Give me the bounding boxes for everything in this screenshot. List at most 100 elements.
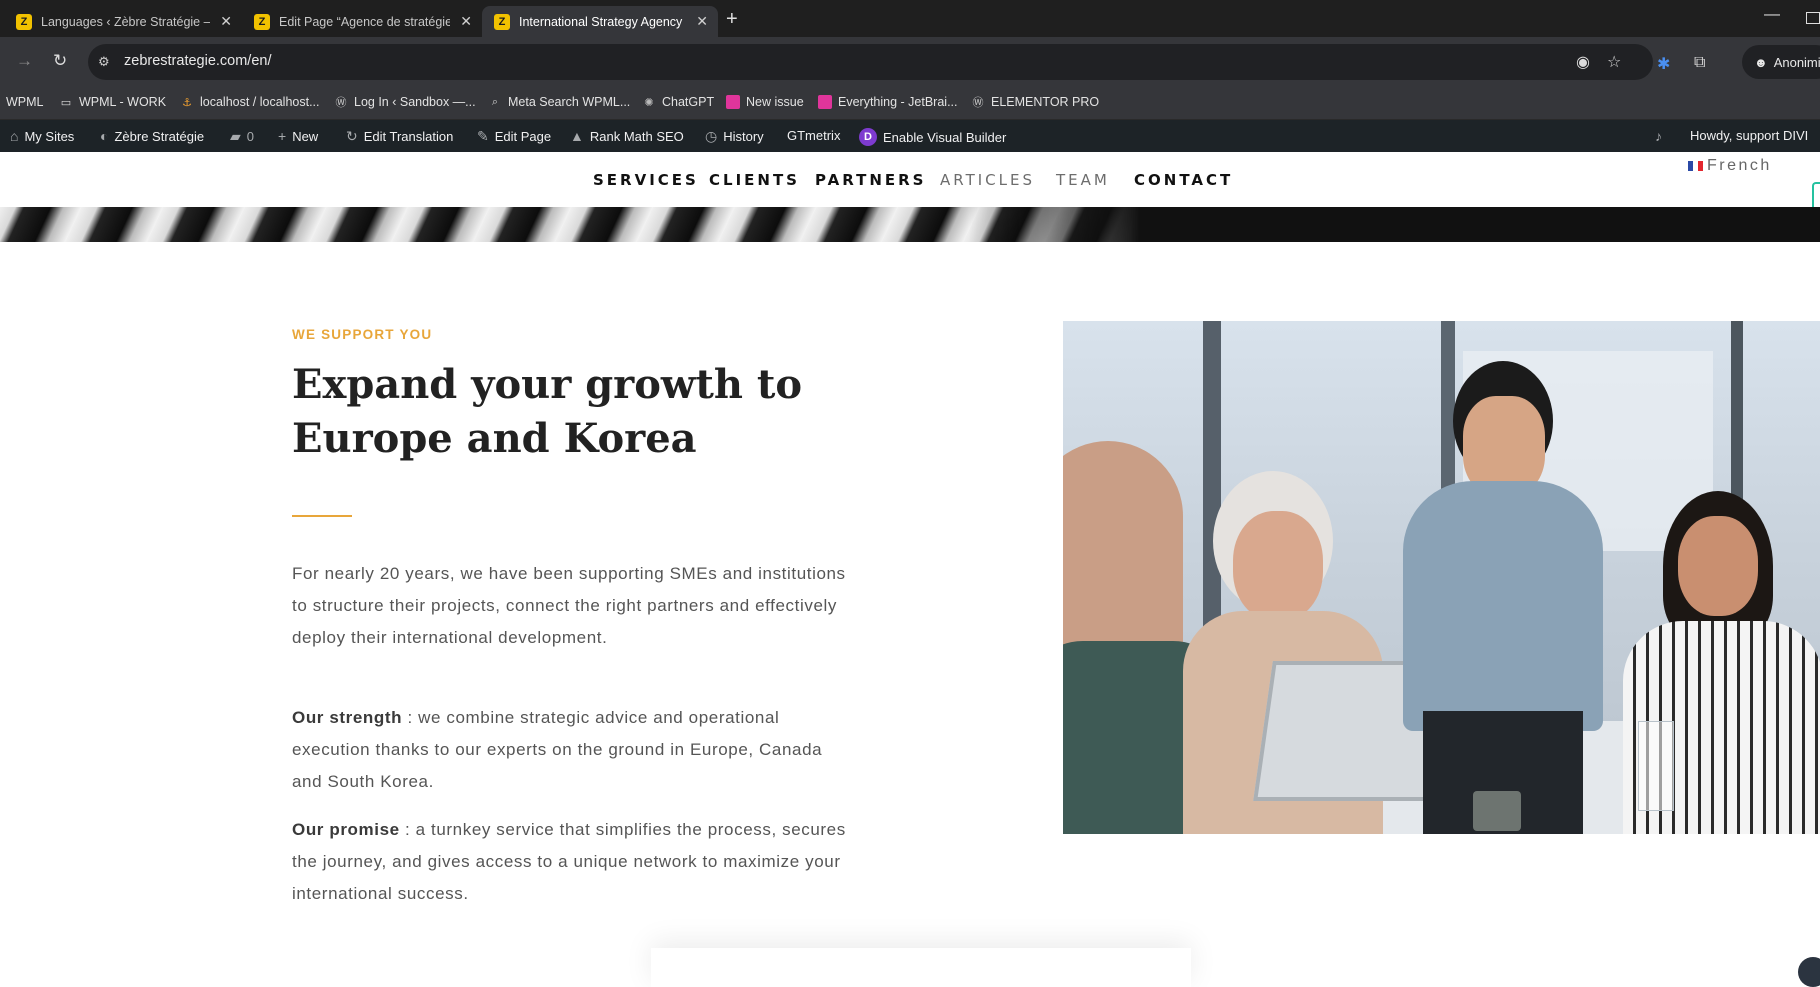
chat-launcher-button[interactable] [1798, 957, 1820, 987]
admin-label: History [723, 129, 764, 144]
admin-notifications[interactable]: ♪ [1655, 128, 1662, 144]
bookmark-chatgpt[interactable]: ✺ ChatGPT [642, 95, 714, 109]
comment-icon: ▰ [230, 128, 241, 144]
url-text[interactable]: zebrestrategie.com/en/ [124, 53, 272, 69]
bookmark-label: ELEMENTOR PRO [991, 95, 1100, 109]
zebre-favicon-icon: Z [494, 13, 510, 30]
browser-toolbar: → ↻ ⚙ zebrestrategie.com/en/ ◉ ☆ ✱ ⧉ ☻ A… [0, 37, 1820, 87]
bookmark-wpml-work[interactable]: ▭ WPML - WORK [59, 95, 166, 109]
tab-title: Edit Page “Agence de stratégie [279, 14, 451, 29]
zebre-favicon-icon: Z [16, 13, 32, 30]
incognito-icon: ☻ [1754, 54, 1768, 70]
tab-edit-page[interactable]: Z Edit Page “Agence de stratégie ✕ [242, 6, 482, 37]
promise-label: Our promise [292, 820, 400, 839]
admin-edit-page[interactable]: ✎ Edit Page [477, 128, 551, 145]
phpmyadmin-icon: ⚓ [182, 96, 192, 109]
bookmark-meta-search[interactable]: ⌕ Meta Search WPML... [488, 95, 630, 109]
forward-icon[interactable]: → [16, 51, 33, 71]
bookmark-label: ChatGPT [662, 95, 715, 109]
headline-line-1: Expand your growth to [292, 361, 802, 408]
admin-new[interactable]: + New [278, 128, 318, 144]
close-icon[interactable]: ✕ [460, 13, 472, 30]
tab-title: Languages ‹ Zèbre Stratégie — [41, 14, 211, 29]
meeting-photo [1063, 321, 1820, 834]
bookmark-label: New issue [746, 95, 804, 109]
admin-visual-builder[interactable]: D Enable Visual Builder [859, 128, 1006, 146]
promise-paragraph: Our promise : a turnkey service that sim… [292, 814, 852, 910]
site-navigation: SERVICES CLIENTS PARTNERS ARTICLES TEAM … [0, 152, 1820, 232]
bookmark-everything-jetbrains[interactable]: Everything - JetBrai... [818, 95, 958, 109]
extensions-puzzle-icon[interactable]: ⧉ [1694, 54, 1705, 72]
admin-label: Rank Math SEO [589, 128, 684, 144]
accent-divider [292, 515, 352, 517]
my-sites-icon: ⌂ [10, 128, 19, 144]
nav-contact[interactable]: CONTACT [1134, 171, 1233, 189]
admin-my-sites[interactable]: ⌂ My Sites [10, 128, 74, 144]
divi-icon: D [859, 128, 877, 146]
minimize-icon[interactable]: — [1764, 6, 1780, 24]
tab-languages[interactable]: Z Languages ‹ Zèbre Stratégie — ✕ [4, 6, 242, 37]
admin-label: Enable Visual Builder [883, 129, 1007, 145]
bookmark-sandbox-login[interactable]: Ⓦ Log In ‹ Sandbox —... [334, 95, 476, 109]
jetbrains-icon [818, 95, 832, 109]
eye-off-icon[interactable]: ◉ [1576, 52, 1590, 72]
close-icon[interactable]: ✕ [220, 13, 232, 30]
restore-icon[interactable] [1806, 12, 1820, 24]
admin-howdy[interactable]: Howdy, support DIVI [1690, 128, 1808, 143]
admin-label: Zèbre Stratégie [114, 128, 205, 144]
jetbrains-icon [726, 95, 740, 109]
close-icon[interactable]: ✕ [696, 13, 708, 30]
nav-articles[interactable]: ARTICLES [940, 171, 1035, 189]
admin-label: GTmetrix [787, 128, 841, 143]
dashboard-icon: ◐ [100, 128, 109, 144]
search-icon: ⌕ [491, 95, 499, 108]
admin-label: Edit Translation [363, 129, 454, 144]
plus-icon: + [278, 128, 287, 144]
nav-clients[interactable]: CLIENTS [709, 171, 800, 189]
bell-icon: ♪ [1655, 128, 1662, 144]
admin-label: Howdy, support DIVI [1690, 128, 1809, 143]
content-card [651, 948, 1191, 987]
bookmark-wpml[interactable]: WPML [6, 95, 44, 109]
new-tab-icon[interactable]: + [726, 8, 738, 30]
reload-icon[interactable]: ↻ [53, 51, 67, 71]
admin-site-name[interactable]: ◐ Zèbre Stratégie [100, 128, 204, 144]
folder-icon: ▭ [60, 96, 72, 109]
bookmark-label: Meta Search WPML... [508, 95, 631, 109]
bookmark-label: Log In ‹ Sandbox —... [354, 95, 476, 109]
hero-banner-image [0, 207, 1820, 242]
profile-button[interactable]: ☻ Anonimi [1742, 45, 1820, 79]
pencil-icon: ✎ [477, 128, 489, 144]
admin-label: New [292, 128, 319, 144]
history-icon: ◷ [705, 128, 718, 144]
profile-label: Anonimi [1773, 54, 1820, 70]
bookmark-new-issue[interactable]: New issue [726, 95, 804, 109]
translation-icon: ↻ [346, 128, 358, 144]
strength-paragraph: Our strength : we combine strategic advi… [292, 702, 852, 798]
language-label: French [1707, 157, 1772, 174]
nav-partners[interactable]: PARTNERS [815, 171, 927, 189]
nav-services[interactable]: SERVICES [593, 171, 699, 189]
admin-gtmetrix[interactable]: GTmetrix [787, 128, 840, 143]
zebre-favicon-icon: Z [254, 13, 270, 30]
extension-gear-icon[interactable]: ✱ [1657, 54, 1670, 74]
bookmark-label: Everything - JetBrai... [838, 95, 958, 109]
section-eyebrow: WE SUPPORT YOU [292, 327, 433, 342]
nav-team[interactable]: TEAM [1056, 171, 1110, 189]
address-bar[interactable]: ⚙ zebrestrategie.com/en/ ◉ ☆ [88, 44, 1653, 80]
admin-rank-math[interactable]: ▲ Rank Math SEO [570, 128, 684, 144]
admin-comments[interactable]: ▰ 0 [230, 128, 254, 145]
comments-count: 0 [246, 129, 255, 144]
bookmark-localhost[interactable]: ⚓ localhost / localhost... [180, 95, 319, 109]
site-info-icon[interactable]: ⚙ [98, 54, 114, 70]
tab-international-strategy[interactable]: Z International Strategy Agency - ✕ [482, 6, 718, 37]
rank-math-icon: ▲ [570, 128, 584, 144]
wordpress-icon: Ⓦ [335, 97, 347, 109]
bookmark-label: WPML [6, 95, 44, 109]
language-switcher[interactable]: French [1688, 157, 1772, 175]
admin-history[interactable]: ◷ History [705, 128, 764, 145]
bookmark-elementor-pro[interactable]: Ⓦ ELEMENTOR PRO [971, 95, 1100, 109]
admin-label: Edit Page [494, 129, 552, 144]
star-icon[interactable]: ☆ [1607, 52, 1621, 72]
admin-edit-translation[interactable]: ↻ Edit Translation [346, 128, 453, 145]
